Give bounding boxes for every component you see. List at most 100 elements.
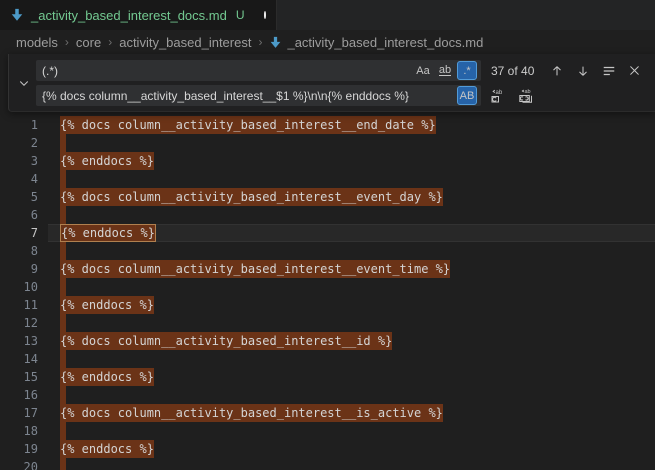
close-find-widget-icon[interactable] — [624, 60, 645, 81]
code-line[interactable]: {% enddocs %} — [48, 224, 655, 242]
code-line[interactable]: {% enddocs %} — [48, 440, 655, 458]
line-number[interactable]: 10 — [0, 278, 48, 296]
breadcrumb-item[interactable]: core — [76, 35, 101, 50]
find-match-highlight: {% docs column__activity_based_interest_… — [60, 404, 443, 422]
code-line[interactable] — [48, 278, 655, 296]
find-match-highlight: {% docs column__activity_based_interest_… — [60, 260, 450, 278]
line-number[interactable]: 12 — [0, 314, 48, 332]
code-line[interactable] — [48, 314, 655, 332]
tab-filename: _activity_based_interest_docs.md — [31, 8, 227, 23]
code-line[interactable] — [48, 242, 655, 260]
editor-line: 5 {% docs column__activity_based_interest… — [0, 188, 655, 206]
whole-word-toggle[interactable]: ab — [435, 61, 455, 80]
breadcrumb-separator-icon: › — [258, 35, 262, 49]
find-match-highlight: {% enddocs %} — [60, 440, 154, 458]
line-number[interactable]: 7 — [0, 224, 48, 242]
replace-buttons: ab ab — [487, 85, 536, 106]
find-match-highlight: {% enddocs %} — [60, 296, 154, 314]
breadcrumb-item[interactable]: activity_based_interest — [119, 35, 251, 50]
line-number[interactable]: 1 — [0, 116, 48, 134]
find-input-value: (.*) — [42, 64, 413, 78]
line-number[interactable]: 13 — [0, 332, 48, 350]
breadcrumb: models›core›activity_based_interest›_act… — [0, 30, 655, 54]
preserve-case-toggle[interactable]: AB — [457, 86, 477, 105]
line-number[interactable]: 11 — [0, 296, 48, 314]
editor-line: 18 — [0, 422, 655, 440]
line-number[interactable]: 16 — [0, 386, 48, 404]
line-number[interactable]: 18 — [0, 422, 48, 440]
line-number[interactable]: 9 — [0, 260, 48, 278]
empty-line-match-highlight — [60, 422, 66, 440]
breadcrumb-item[interactable]: models — [16, 35, 58, 50]
editor-lines: 1{% docs column__activity_based_interest… — [0, 116, 655, 470]
editor-line: 15{% enddocs %} — [0, 368, 655, 386]
editor-line: 8 — [0, 242, 655, 260]
line-number[interactable]: 19 — [0, 440, 48, 458]
unsaved-changes-dot-icon[interactable] — [264, 11, 266, 19]
editor-line: 19 {% enddocs %} — [0, 440, 655, 458]
line-number[interactable]: 2 — [0, 134, 48, 152]
replace-input[interactable]: {% docs column__activity_based_interest_… — [36, 85, 481, 106]
current-find-match: {% enddocs %} — [60, 224, 156, 242]
empty-line-match-highlight — [60, 314, 66, 332]
editor-line: 4 — [0, 170, 655, 188]
editor-line: 2 — [0, 134, 655, 152]
find-in-selection-icon[interactable] — [598, 60, 619, 81]
previous-match-arrow-up-icon[interactable] — [546, 60, 567, 81]
editor-line: 7 {% enddocs %} — [0, 224, 655, 242]
code-line[interactable]: {% docs column__activity_based_interest_… — [48, 404, 655, 422]
line-number[interactable]: 14 — [0, 350, 48, 368]
line-number[interactable]: 5 — [0, 188, 48, 206]
code-line[interactable]: {% enddocs %} — [48, 368, 655, 386]
editor-line: 12 — [0, 314, 655, 332]
replace-all-icon[interactable]: ab — [515, 85, 536, 106]
breadcrumb-item[interactable]: _activity_based_interest_docs.md — [269, 35, 483, 50]
match-case-toggle[interactable]: Aa — [413, 61, 433, 80]
empty-line-match-highlight — [60, 350, 66, 368]
find-options: Aa ab .* — [413, 61, 477, 80]
code-line[interactable]: {% docs column__activity_based_interest_… — [48, 188, 655, 206]
find-match-highlight: {% docs column__activity_based_interest_… — [60, 332, 392, 350]
code-line[interactable]: {% docs column__activity_based_interest_… — [48, 116, 655, 134]
line-number[interactable]: 15 — [0, 368, 48, 386]
code-line[interactable]: {% docs column__activity_based_interest_… — [48, 332, 655, 350]
code-line[interactable]: {% docs column__activity_based_interest_… — [48, 260, 655, 278]
line-number[interactable]: 3 — [0, 152, 48, 170]
editor-line: 13 {% docs column__activity_based_interes… — [0, 332, 655, 350]
next-match-arrow-down-icon[interactable] — [572, 60, 593, 81]
git-status-badge: U — [236, 8, 245, 22]
code-line[interactable] — [48, 350, 655, 368]
editor-line: 3{% enddocs %} — [0, 152, 655, 170]
code-line[interactable] — [48, 170, 655, 188]
editor-line: 6 — [0, 206, 655, 224]
svg-text:ab: ab — [524, 89, 530, 95]
regex-toggle[interactable]: .* — [457, 61, 477, 80]
replace-input-value: {% docs column__activity_based_interest_… — [42, 89, 457, 103]
line-number[interactable]: 8 — [0, 242, 48, 260]
editor-line: 1{% docs column__activity_based_interest… — [0, 116, 655, 134]
editor-line: 20 — [0, 458, 655, 470]
find-match-highlight: {% docs column__activity_based_interest_… — [60, 188, 443, 206]
line-number[interactable]: 6 — [0, 206, 48, 224]
code-line[interactable] — [48, 134, 655, 152]
editor-tab[interactable]: _activity_based_interest_docs.md U — [0, 0, 277, 30]
line-number[interactable]: 20 — [0, 458, 48, 470]
code-line[interactable] — [48, 386, 655, 404]
dbt-docs-file-icon — [10, 8, 24, 22]
code-line[interactable] — [48, 422, 655, 440]
find-input[interactable]: (.*) Aa ab .* — [36, 60, 481, 81]
match-count: 37 of 40 — [491, 64, 534, 78]
empty-line-match-highlight — [60, 278, 66, 296]
code-line[interactable] — [48, 458, 655, 470]
breadcrumb-separator-icon: › — [65, 35, 69, 49]
line-number[interactable]: 17 — [0, 404, 48, 422]
code-line[interactable]: {% enddocs %} — [48, 296, 655, 314]
editor-line: 14 — [0, 350, 655, 368]
code-line[interactable] — [48, 206, 655, 224]
toggle-replace-chevron-icon[interactable] — [13, 54, 35, 111]
code-line[interactable]: {% enddocs %} — [48, 152, 655, 170]
replace-icon[interactable]: ab — [487, 85, 508, 106]
editor-line: 10 — [0, 278, 655, 296]
line-number[interactable]: 4 — [0, 170, 48, 188]
replace-row: {% docs column__activity_based_interest_… — [36, 85, 649, 106]
